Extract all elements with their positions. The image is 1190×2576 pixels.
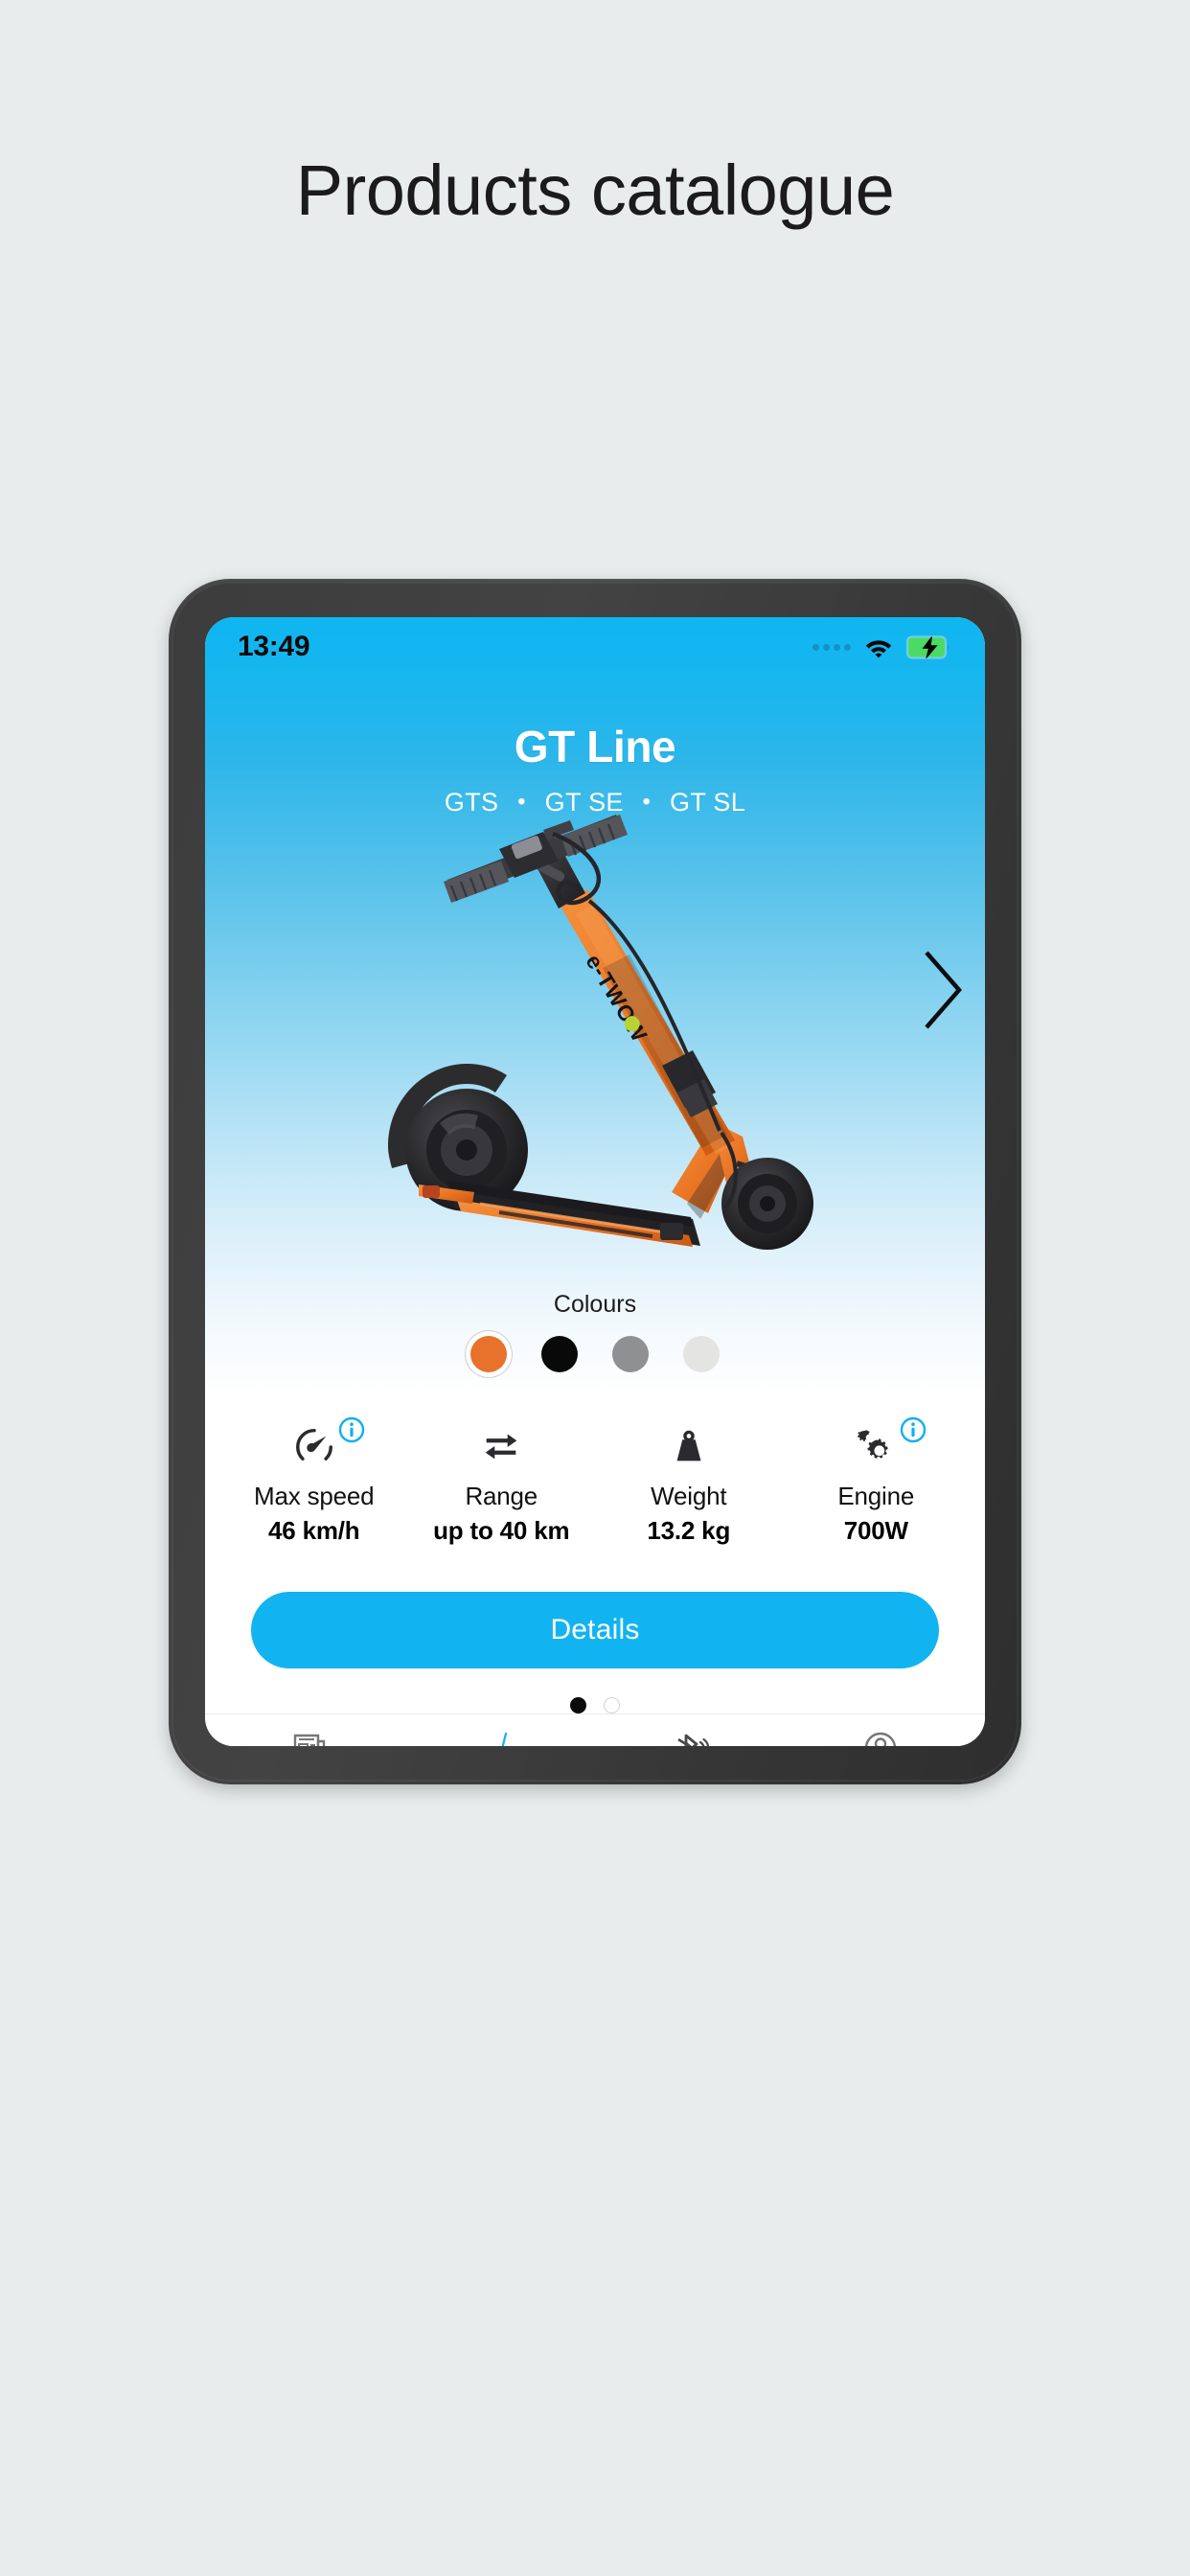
- phone-screen: 13:49 GT Line GTS • GT SE • GT SL e-TWOW…: [205, 617, 985, 1746]
- spec-label: Engine: [837, 1482, 915, 1510]
- newspaper-icon: [294, 1734, 326, 1746]
- spec-max-speed: Max speed 46 km/h: [220, 1416, 408, 1546]
- spec-engine: Engine 700W: [783, 1416, 971, 1546]
- colour-swatch-black[interactable]: [541, 1336, 578, 1372]
- page-title: Products catalogue: [295, 150, 895, 230]
- carousel-pager: [205, 1668, 985, 1714]
- nav-item-profile[interactable]: Profile: [786, 1728, 976, 1746]
- battery-charging-icon: [906, 634, 950, 659]
- pager-dot-1[interactable]: [570, 1697, 586, 1714]
- status-bar: 13:49: [205, 617, 985, 677]
- nav-item-products[interactable]: Products: [405, 1728, 596, 1746]
- spec-value: 46 km/h: [268, 1516, 360, 1545]
- wifi-icon: [865, 640, 892, 658]
- page-root: Products catalogue 13:49 GT Line GTS • G…: [0, 0, 1190, 2576]
- signal-dots-icon: [812, 643, 851, 651]
- info-icon[interactable]: [900, 1416, 927, 1443]
- status-icons: [812, 634, 950, 659]
- colour-swatch-white[interactable]: [683, 1336, 720, 1372]
- person-circle-icon: [864, 1732, 896, 1746]
- orange-electric-scooter-image: e-TWOW: [388, 815, 813, 1250]
- nav-item-social[interactable]: Social: [215, 1728, 405, 1746]
- colour-swatches: [205, 1336, 985, 1372]
- info-icon[interactable]: [338, 1416, 365, 1443]
- exchange-arrows-icon: [485, 1434, 517, 1460]
- bottom-navigation: Social Products: [205, 1714, 985, 1746]
- phone-mockup: 13:49 GT Line GTS • GT SE • GT SL e-TWOW…: [169, 579, 1021, 1784]
- hero-section: 13:49 GT Line GTS • GT SE • GT SL e-TWOW…: [205, 617, 985, 1393]
- weight-icon: [676, 1430, 701, 1461]
- gears-icon: [858, 1430, 888, 1459]
- spec-value: 13.2 kg: [647, 1516, 731, 1545]
- colour-swatch-orange[interactable]: [470, 1336, 507, 1372]
- spec-label: Max speed: [254, 1482, 375, 1510]
- spec-label: Range: [465, 1482, 538, 1510]
- colours-label: Colours: [553, 1291, 637, 1318]
- details-button[interactable]: Details: [251, 1592, 939, 1668]
- spec-range: Range up to 40 km: [408, 1418, 596, 1546]
- bluetooth-icon: [677, 1734, 710, 1746]
- status-time: 13:49: [238, 631, 310, 662]
- speedometer-icon: [295, 1428, 332, 1460]
- spec-value: up to 40 km: [433, 1516, 570, 1545]
- product-image-wrap: e-TWOW: [205, 761, 985, 1259]
- pager-dot-2[interactable]: [604, 1697, 620, 1714]
- specs-row: Max speed 46 km/h Range up to 40 km Weig…: [205, 1393, 985, 1567]
- spec-label: Weight: [651, 1482, 727, 1510]
- nav-item-connect[interactable]: Connect: [595, 1728, 786, 1746]
- colour-swatch-grey[interactable]: [612, 1336, 649, 1372]
- spec-value: 700W: [843, 1516, 908, 1545]
- scooter-icon: [501, 1732, 507, 1746]
- details-button-wrap: Details: [205, 1567, 985, 1668]
- spec-weight: Weight 13.2 kg: [595, 1418, 783, 1546]
- colours-section: Colours: [205, 1291, 985, 1372]
